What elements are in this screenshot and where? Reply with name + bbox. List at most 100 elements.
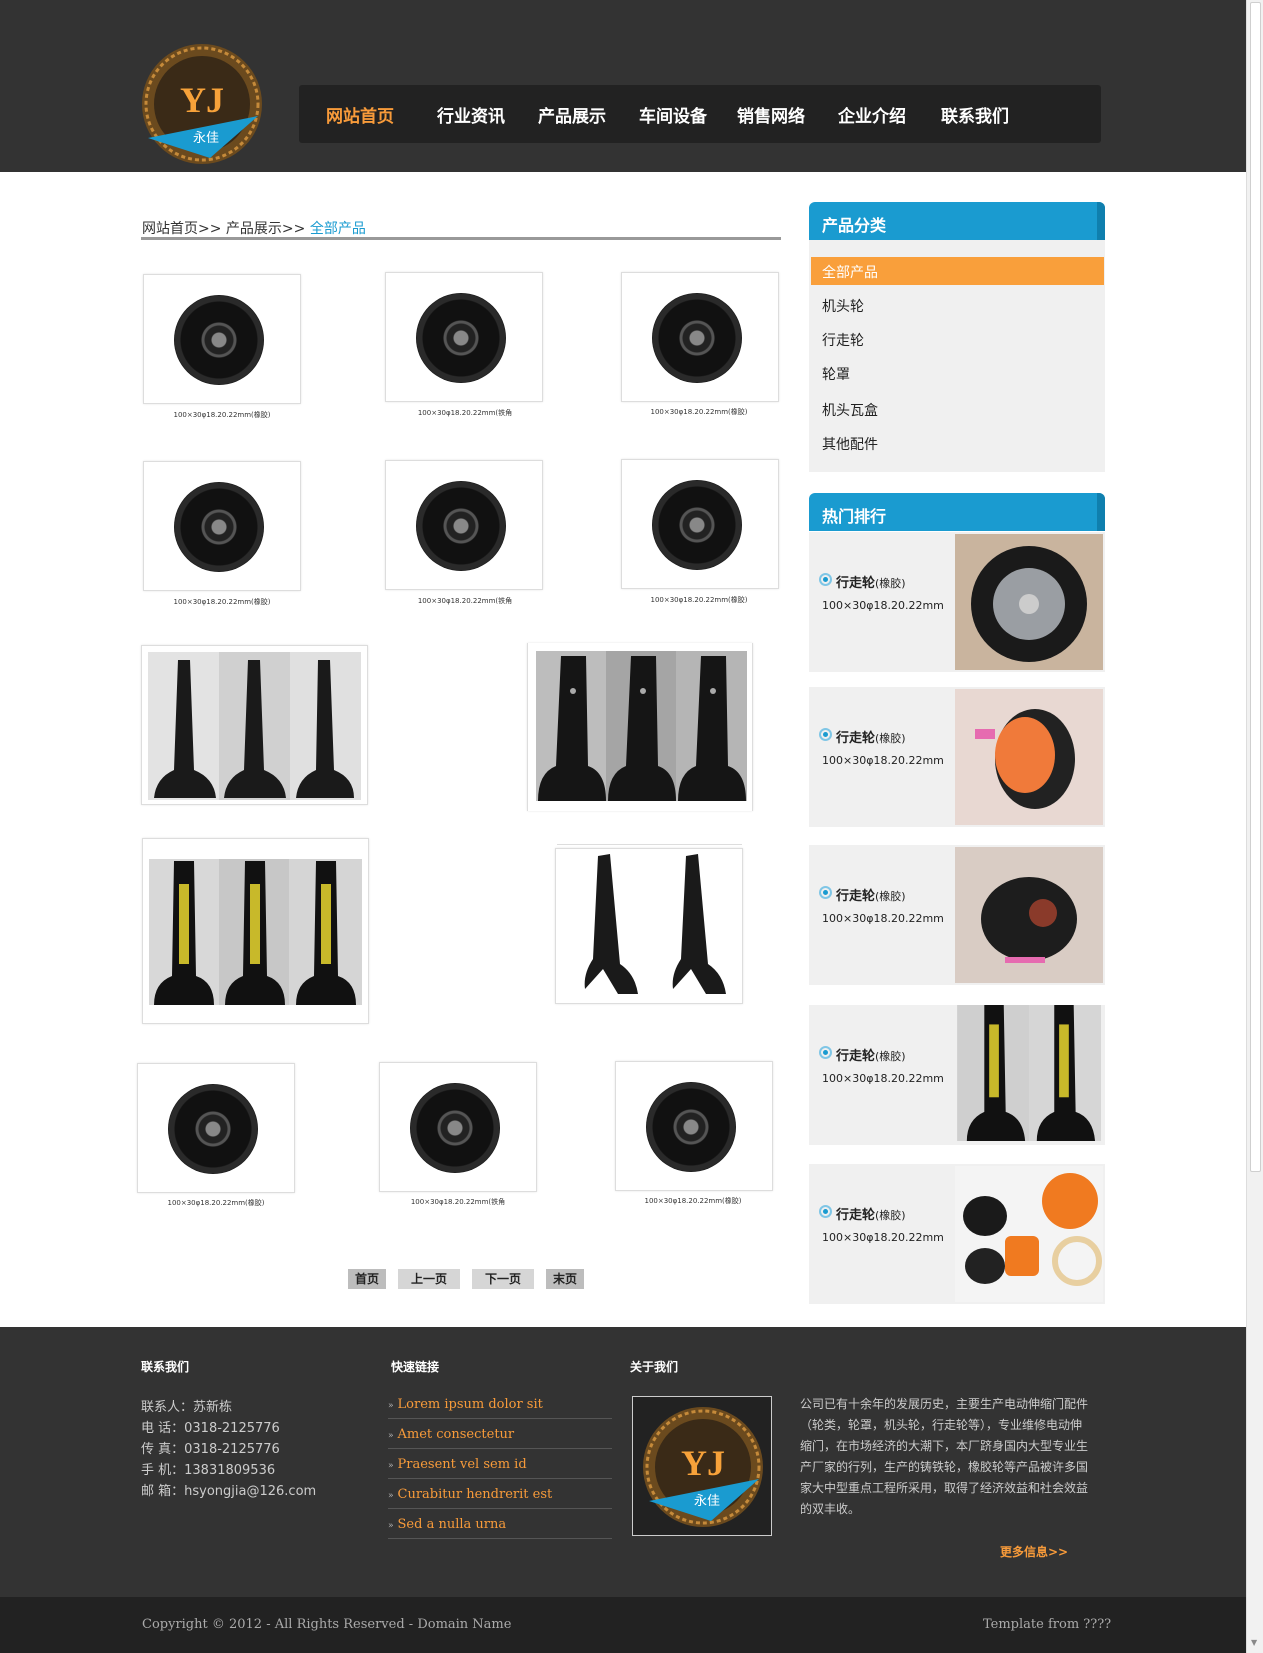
- quick-link[interactable]: » Amet consectetur: [388, 1419, 612, 1449]
- breadcrumb-current: 全部产品: [309, 221, 366, 237]
- first-page-button[interactable]: 首页: [348, 1269, 386, 1289]
- wheel-leg-photo: [536, 651, 747, 801]
- chevron-right-icon: »: [388, 1401, 394, 1411]
- chevron-right-icon: »: [388, 1431, 394, 1441]
- hot-item-title[interactable]: 行走轮(橡胶): [836, 572, 906, 591]
- breadcrumb: 网站首页>> 产品展示>> 全部产品: [142, 218, 366, 238]
- product-card[interactable]: [141, 645, 368, 805]
- svg-text:永佳: 永佳: [193, 131, 219, 146]
- breadcrumb-products[interactable]: 产品展示>>: [226, 221, 305, 237]
- parts-photo: [955, 1166, 1103, 1302]
- hot-item[interactable]: 行走轮(橡胶) 100×30φ18.20.22mm: [809, 1164, 1105, 1304]
- quick-link[interactable]: » Curabitur hendrerit est: [388, 1479, 612, 1509]
- wheel-leg-photo: [558, 851, 740, 1001]
- product-caption[interactable]: 100×30φ18.20.22mm(铁角: [418, 596, 512, 606]
- product-card[interactable]: [615, 1061, 773, 1191]
- category-item-head-wheel[interactable]: 机头轮: [822, 296, 864, 316]
- nav-news[interactable]: 行业资讯: [437, 102, 505, 127]
- prev-page-button[interactable]: 上一页: [398, 1269, 460, 1289]
- hot-item[interactable]: 行走轮(橡胶) 100×30φ18.20.22mm: [809, 687, 1105, 827]
- product-card[interactable]: [143, 274, 301, 404]
- svg-text:永佳: 永佳: [694, 1494, 720, 1509]
- category-item-wheel-cover[interactable]: 轮罩: [822, 364, 850, 384]
- tire-photo: [955, 534, 1103, 670]
- product-caption[interactable]: 100×30φ18.20.22mm(铁角: [411, 1197, 505, 1207]
- bullet-icon: [819, 1205, 832, 1218]
- roller-photo: [955, 847, 1103, 983]
- hot-item-size: 100×30φ18.20.22mm: [822, 754, 944, 767]
- hot-item[interactable]: 行走轮(橡胶) 100×30φ18.20.22mm: [809, 845, 1105, 985]
- hot-item-title[interactable]: 行走轮(橡胶): [836, 1045, 906, 1064]
- product-card[interactable]: [621, 459, 779, 589]
- nav-home[interactable]: 网站首页: [326, 102, 394, 127]
- nav-products[interactable]: 产品展示: [538, 102, 606, 127]
- hot-ranking-title: 热门排行: [822, 507, 887, 526]
- contact-fax: 传 真：0318-2125776: [141, 1442, 280, 1457]
- hot-item-title[interactable]: 行走轮(橡胶): [836, 727, 906, 746]
- wheel-image: [652, 480, 742, 570]
- template-credit[interactable]: Template from ????: [983, 1617, 1111, 1632]
- quick-link[interactable]: » Lorem ipsum dolor sit: [388, 1389, 612, 1419]
- brand-logo[interactable]: YJ 永佳: [140, 42, 264, 166]
- next-page-button[interactable]: 下一页: [472, 1269, 534, 1289]
- nav-contact[interactable]: 联系我们: [941, 102, 1009, 127]
- bullet-icon: [819, 573, 832, 586]
- page-scrollbar[interactable]: ▼: [1246, 0, 1263, 1653]
- product-card-edge: [557, 844, 742, 845]
- copyright-text: Copyright © 2012 - All Rights Reserved -…: [142, 1617, 512, 1632]
- hot-item-title[interactable]: 行走轮(橡胶): [836, 1204, 906, 1223]
- roller-photo: [955, 689, 1103, 825]
- product-card[interactable]: [142, 838, 369, 1024]
- wheel-image: [168, 1084, 258, 1174]
- hot-item[interactable]: 行走轮(橡胶) 100×30φ18.20.22mm: [809, 1005, 1105, 1145]
- hot-ranking-header: 热门排行: [809, 493, 1105, 531]
- wheel-leg-photo: [957, 1005, 1101, 1141]
- wheel-image: [416, 293, 506, 383]
- about-text: 公司已有十余年的发展历史，主要生产电动伸缩门配件（轮类，轮罩，机头轮，行走轮等）…: [800, 1397, 1089, 1516]
- product-card[interactable]: [527, 643, 753, 811]
- product-card[interactable]: [137, 1063, 295, 1193]
- product-caption[interactable]: 100×30φ18.20.22mm(橡胶): [173, 597, 270, 607]
- nav-about[interactable]: 企业介绍: [838, 102, 906, 127]
- chevron-right-icon: »: [388, 1521, 394, 1531]
- product-caption[interactable]: 100×30φ18.20.22mm(橡胶): [644, 1196, 741, 1206]
- breadcrumb-home[interactable]: 网站首页>>: [142, 221, 221, 237]
- hot-item-size: 100×30φ18.20.22mm: [822, 1231, 944, 1244]
- wheel-leg-photo: [148, 652, 361, 800]
- last-page-button[interactable]: 末页: [546, 1269, 584, 1289]
- product-card[interactable]: [555, 848, 743, 1004]
- product-card[interactable]: [385, 272, 543, 402]
- more-info-link[interactable]: 更多信息>>: [1000, 1543, 1068, 1560]
- wheel-image: [174, 482, 264, 572]
- contact-mobile: 手 机：13831809536: [141, 1463, 276, 1478]
- contact-email[interactable]: 邮 箱：hsyongjia@126.com: [141, 1480, 316, 1499]
- product-card[interactable]: [143, 461, 301, 591]
- product-card[interactable]: [621, 272, 779, 402]
- chevron-right-icon: »: [388, 1461, 394, 1471]
- nav-sales-network[interactable]: 销售网络: [737, 102, 805, 127]
- category-item-head-box[interactable]: 机头瓦盒: [822, 400, 878, 420]
- site-header: YJ 永佳 网站首页 行业资讯 产品展示 车间设备 销售网络 企业介绍 联系我们: [0, 0, 1246, 172]
- product-caption[interactable]: 100×30φ18.20.22mm(橡胶): [650, 407, 747, 417]
- product-caption[interactable]: 100×30φ18.20.22mm(橡胶): [167, 1198, 264, 1208]
- bullet-icon: [819, 1046, 832, 1059]
- nav-workshop[interactable]: 车间设备: [639, 102, 707, 127]
- quick-link[interactable]: » Sed a nulla urna: [388, 1509, 612, 1539]
- quick-link[interactable]: » Praesent vel sem id: [388, 1449, 612, 1479]
- scrollbar-thumb[interactable]: [1250, 2, 1261, 1172]
- hot-item-title[interactable]: 行走轮(橡胶): [836, 885, 906, 904]
- footer-contact-title: 联系我们: [141, 1360, 190, 1374]
- category-item-walking-wheel[interactable]: 行走轮: [822, 330, 864, 350]
- breadcrumb-divider: [141, 237, 781, 240]
- scroll-down-icon[interactable]: ▼: [1251, 1638, 1257, 1647]
- hot-item-size: 100×30φ18.20.22mm: [822, 599, 944, 612]
- product-caption[interactable]: 100×30φ18.20.22mm(橡胶): [173, 410, 270, 420]
- category-item-all[interactable]: 全部产品: [811, 257, 1104, 285]
- product-caption[interactable]: 100×30φ18.20.22mm(橡胶): [650, 595, 747, 605]
- wheel-image: [652, 293, 742, 383]
- product-card[interactable]: [385, 460, 543, 590]
- hot-item[interactable]: 行走轮(橡胶) 100×30φ18.20.22mm: [809, 532, 1105, 672]
- product-caption[interactable]: 100×30φ18.20.22mm(铁角: [418, 408, 512, 418]
- category-item-other-parts[interactable]: 其他配件: [822, 434, 878, 454]
- product-card[interactable]: [379, 1062, 537, 1192]
